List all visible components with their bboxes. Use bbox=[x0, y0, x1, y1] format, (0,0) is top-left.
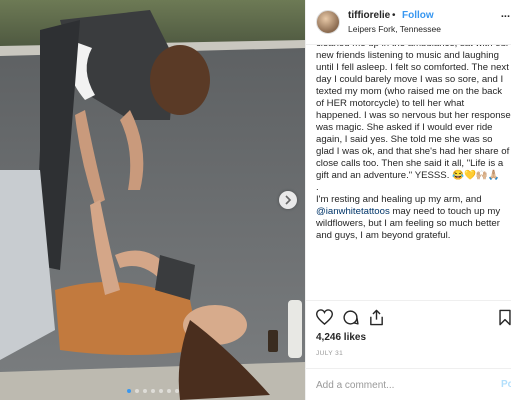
like-count[interactable]: 4,246 likes bbox=[316, 332, 366, 343]
bookmark-icon[interactable] bbox=[498, 309, 511, 331]
instagram-post: tiffiorelie • Follow Leipers Fork, Tenne… bbox=[0, 0, 511, 400]
carousel-dot bbox=[142, 389, 147, 393]
mention-link[interactable]: @ianwhitetattoos bbox=[316, 206, 390, 217]
comment-bar: Post bbox=[306, 368, 511, 401]
location-link[interactable]: Leipers Fork, Tennessee bbox=[348, 24, 441, 34]
carousel-dot bbox=[150, 389, 155, 393]
post-header: tiffiorelie • Follow Leipers Fork, Tenne… bbox=[306, 0, 511, 45]
caption-scroll-area[interactable]: cleaned me up in the ambulance, sat with… bbox=[306, 45, 511, 297]
action-bar bbox=[306, 300, 511, 326]
carousel-dot bbox=[158, 389, 163, 393]
carousel-next-button[interactable] bbox=[279, 191, 297, 209]
heart-icon[interactable] bbox=[315, 309, 334, 330]
chevron-right-icon bbox=[285, 195, 292, 205]
comment-icon[interactable] bbox=[342, 309, 359, 331]
carousel-dot bbox=[166, 389, 171, 393]
carousel-dot bbox=[134, 389, 139, 393]
caption-text: cleaned me up in the ambulance, sat with… bbox=[316, 45, 511, 242]
carousel-indicator bbox=[0, 389, 305, 393]
avatar[interactable] bbox=[316, 10, 340, 34]
caption-body: cleaned me up in the ambulance, sat with… bbox=[316, 45, 511, 205]
separator-dot: • bbox=[392, 10, 396, 21]
comment-input[interactable] bbox=[316, 377, 486, 393]
post-comment-button[interactable]: Post bbox=[501, 379, 511, 390]
carousel-dot bbox=[174, 389, 179, 393]
username-link[interactable]: tiffiorelie bbox=[348, 10, 390, 21]
share-icon[interactable] bbox=[368, 309, 385, 331]
post-side-panel: tiffiorelie • Follow Leipers Fork, Tenne… bbox=[305, 0, 511, 400]
post-date: JULY 31 bbox=[316, 350, 344, 357]
follow-button[interactable]: Follow bbox=[402, 10, 434, 21]
carousel-dot bbox=[126, 389, 131, 393]
photo-illustration bbox=[0, 0, 305, 400]
post-photo[interactable] bbox=[0, 0, 305, 400]
more-options-icon[interactable]: ... bbox=[501, 8, 510, 20]
